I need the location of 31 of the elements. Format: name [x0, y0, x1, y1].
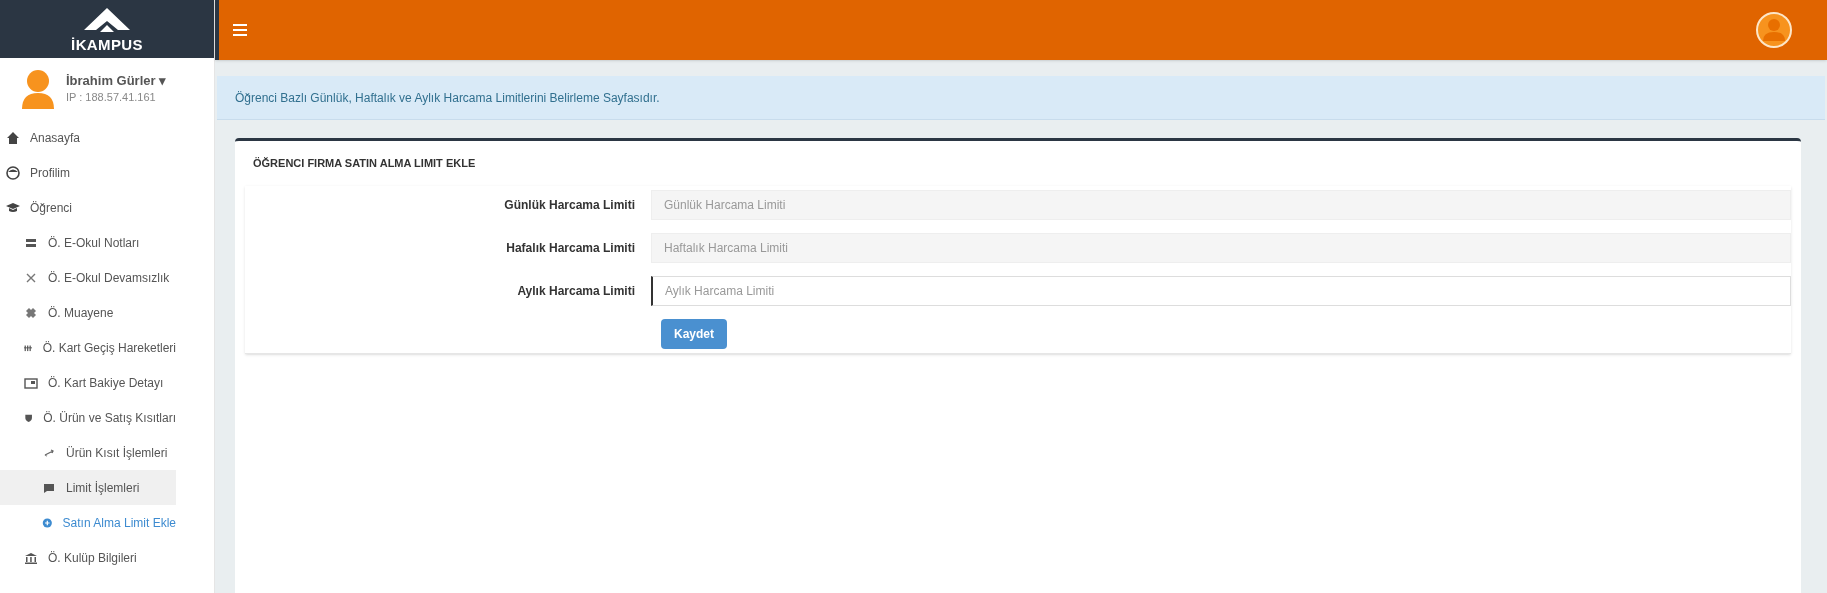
sidebar-item[interactable]: Limit İşlemleri — [0, 470, 176, 505]
menu-icon[interactable] — [233, 24, 247, 36]
field-label: Aylık Harcama Limiti — [516, 283, 636, 300]
info-text: Öğrenci Bazlı Günlük, Haftalık ve Aylık Harcama Limitlerini Belirleme Sayfasıdır. — [235, 89, 660, 107]
bandage-icon — [24, 305, 38, 320]
sidebar-item[interactable]: Profilim — [0, 155, 176, 190]
brand-name: İKAMPUS — [71, 36, 143, 54]
bank-icon — [24, 550, 38, 565]
card-icon — [24, 375, 38, 390]
sidebar-item[interactable]: Ürün Kısıt İşlemleri — [0, 435, 176, 470]
sidebar-item[interactable]: Ö. Kart Bakiye Detayı — [0, 365, 176, 400]
sidebar-item[interactable]: Ö. Ürün ve Satış Kısıtları — [0, 400, 176, 435]
home-icon — [6, 130, 20, 145]
sidebar-item[interactable]: Satın Alma Limit Ekle — [0, 505, 176, 540]
sidebar-item[interactable]: Ö. E-Okul Notları — [0, 225, 176, 260]
field-label: Hafalık Harcama Limiti — [505, 240, 636, 257]
sidebar-item[interactable]: Anasayfa — [0, 120, 176, 155]
graduation-cap-icon — [6, 200, 20, 215]
sidebar-item[interactable]: Ö. E-Okul Devamsızlık — [0, 260, 176, 295]
profile-icon[interactable] — [1755, 11, 1793, 49]
field-label: Günlük Harcama Limiti — [503, 197, 636, 214]
sidebar-item[interactable]: Öğrenci — [0, 190, 176, 225]
user-menu[interactable]: İbrahim Gürler ▾ — [66, 73, 167, 89]
card-title: ÖĞRENCI FIRMA SATIN ALMA LIMIT EKLE — [253, 156, 476, 172]
sidebar-item[interactable]: Ö. Kulüp Bilgileri — [0, 540, 176, 575]
input-field[interactable]: Aylık Harcama Limiti — [651, 276, 1791, 306]
sidebar-item[interactable]: Ö. Kart Geçiş Hareketleri — [0, 330, 176, 365]
ip-address: IP : 188.57.41.161 — [66, 90, 157, 105]
plus-circle-icon — [42, 515, 53, 530]
avatar-icon — [20, 69, 56, 109]
sidebar-item[interactable]: Ö. Muayene — [0, 295, 176, 330]
